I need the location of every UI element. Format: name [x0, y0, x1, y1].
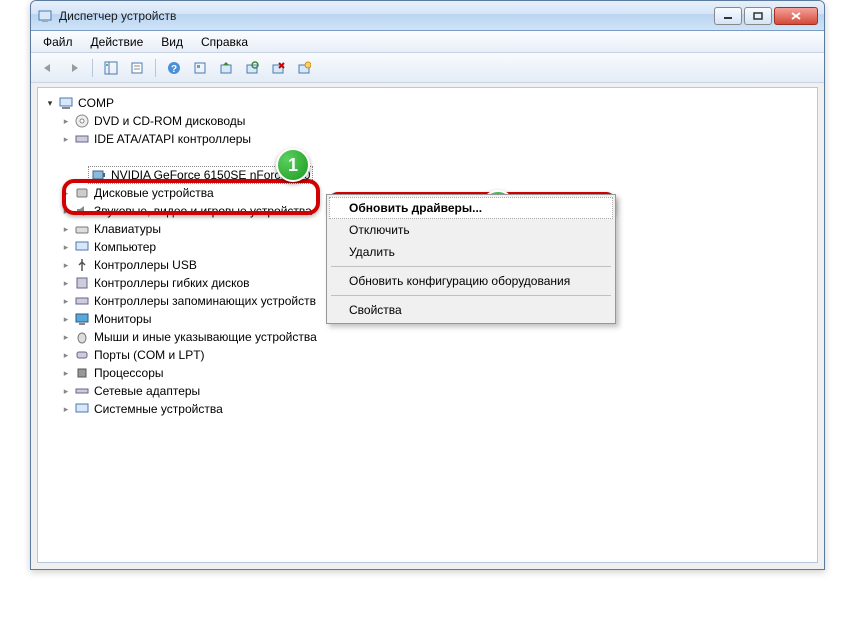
monitor-icon	[74, 311, 90, 327]
tree-item-dvd[interactable]: DVD и CD-ROM дисководы	[40, 112, 815, 130]
close-button[interactable]	[774, 7, 818, 25]
expander-icon[interactable]	[60, 385, 72, 397]
cm-update-drivers[interactable]: Обновить драйверы...	[329, 197, 613, 219]
maximize-button[interactable]	[744, 7, 772, 25]
expander-icon[interactable]	[60, 187, 72, 199]
disc-icon	[74, 113, 90, 129]
app-icon	[37, 8, 53, 24]
device-tree-panel[interactable]: COMP DVD и CD-ROM дисководы IDE ATA/ATAP…	[37, 87, 818, 563]
toolbar: ?	[31, 53, 824, 83]
expander-icon[interactable]	[60, 331, 72, 343]
tree-item-cpu[interactable]: Процессоры	[40, 364, 815, 382]
storage-icon	[74, 293, 90, 309]
computer-icon	[74, 239, 90, 255]
network-icon	[74, 383, 90, 399]
cm-scan-hardware[interactable]: Обновить конфигурацию оборудования	[329, 270, 613, 292]
computer-icon	[58, 95, 74, 111]
cm-disable[interactable]: Отключить	[329, 219, 613, 241]
help-toolbar-button[interactable]: ?	[163, 57, 185, 79]
expander-icon[interactable]	[60, 241, 72, 253]
disk-icon	[74, 185, 90, 201]
system-icon	[74, 401, 90, 417]
expander-icon[interactable]	[60, 259, 72, 271]
menubar: Файл Действие Вид Справка	[31, 31, 824, 53]
menu-file[interactable]: Файл	[35, 32, 81, 52]
expander-icon[interactable]	[60, 313, 72, 325]
uninstall-toolbar-button[interactable]	[267, 57, 289, 79]
expander-icon[interactable]	[60, 133, 72, 145]
expander-icon[interactable]	[44, 97, 56, 109]
keyboard-icon	[74, 221, 90, 237]
cm-remove[interactable]: Удалить	[329, 241, 613, 263]
window-title: Диспетчер устройств	[59, 9, 714, 23]
properties-toolbar-button[interactable]	[126, 57, 148, 79]
svg-text:?: ?	[171, 64, 177, 75]
expander-icon[interactable]	[60, 295, 72, 307]
tree-item-nvidia-device[interactable]: NVIDIA GeForce 6150SE nForce 430	[40, 166, 815, 184]
expander-icon[interactable]	[60, 349, 72, 361]
nav-back-button[interactable]	[37, 57, 59, 79]
cpu-icon	[74, 365, 90, 381]
menu-separator	[331, 266, 611, 267]
disable-toolbar-button[interactable]	[293, 57, 315, 79]
context-menu: Обновить драйверы... Отключить Удалить О…	[326, 194, 616, 324]
tree-item-ide[interactable]: IDE ATA/ATAPI контроллеры	[40, 130, 815, 148]
tree-root-label: COMP	[78, 96, 114, 110]
minimize-button[interactable]	[714, 7, 742, 25]
expander-icon[interactable]	[60, 115, 72, 127]
scan-hardware-toolbar-button[interactable]	[241, 57, 263, 79]
ide-icon	[74, 131, 90, 147]
tree-item-network[interactable]: Сетевые адаптеры	[40, 382, 815, 400]
port-icon	[74, 347, 90, 363]
tree-root[interactable]: COMP	[40, 94, 815, 112]
expander-icon[interactable]	[60, 205, 72, 217]
mouse-icon	[74, 329, 90, 345]
cm-properties[interactable]: Свойства	[329, 299, 613, 321]
menu-separator	[331, 295, 611, 296]
titlebar[interactable]: Диспетчер устройств	[31, 1, 824, 31]
expander-icon[interactable]	[60, 223, 72, 235]
menu-action[interactable]: Действие	[83, 32, 152, 52]
show-hide-tree-button[interactable]	[100, 57, 122, 79]
floppy-icon	[74, 275, 90, 291]
tree-item-ports[interactable]: Порты (COM и LPT)	[40, 346, 815, 364]
expander-icon[interactable]	[60, 403, 72, 415]
tree-item-mice[interactable]: Мыши и иные указывающие устройства	[40, 328, 815, 346]
expander-icon[interactable]	[60, 367, 72, 379]
tree-item-system[interactable]: Системные устройства	[40, 400, 815, 418]
sound-icon	[74, 203, 90, 219]
step-badge-1: 1	[276, 148, 310, 182]
toolbar-btn-5[interactable]	[189, 57, 211, 79]
nav-forward-button[interactable]	[63, 57, 85, 79]
expander-icon[interactable]	[60, 277, 72, 289]
usb-icon	[74, 257, 90, 273]
display-adapter-icon	[91, 167, 107, 183]
menu-help[interactable]: Справка	[193, 32, 256, 52]
update-driver-toolbar-button[interactable]	[215, 57, 237, 79]
menu-view[interactable]: Вид	[153, 32, 191, 52]
